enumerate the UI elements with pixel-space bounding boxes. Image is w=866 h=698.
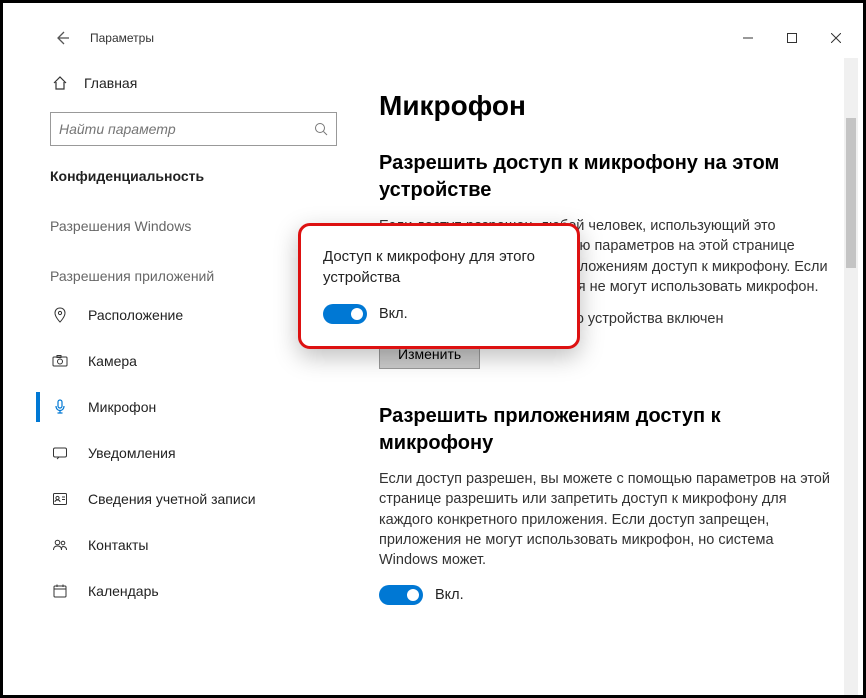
sidebar-item-label: Сведения учетной записи	[88, 491, 256, 507]
microphone-icon	[50, 399, 70, 415]
toggle-label: Вкл.	[435, 587, 464, 603]
home-label: Главная	[84, 75, 137, 91]
home-link[interactable]: Главная	[36, 66, 351, 100]
page-title: Микрофон	[379, 90, 836, 122]
settings-window: Параметры Главная	[36, 18, 858, 695]
sidebar: Главная Конфиденциальность Разрешения Wi…	[36, 58, 351, 695]
search-input[interactable]	[59, 121, 314, 137]
arrow-left-icon	[54, 30, 70, 46]
sidebar-section-title: Конфиденциальность	[36, 146, 351, 192]
close-button[interactable]	[814, 23, 858, 53]
sidebar-item-microphone[interactable]: Микрофон	[36, 384, 351, 430]
maximize-button[interactable]	[770, 23, 814, 53]
minimize-icon	[743, 33, 753, 43]
sidebar-item-notifications[interactable]: Уведомления	[36, 430, 351, 476]
home-icon	[50, 75, 70, 91]
scroll-thumb[interactable]	[846, 118, 856, 268]
account-info-icon	[50, 491, 70, 507]
location-icon	[50, 307, 70, 323]
content-area: Микрофон Разрешить доступ к микрофону на…	[351, 58, 858, 695]
device-access-toggle[interactable]	[323, 304, 367, 324]
search-box[interactable]	[50, 112, 337, 146]
scrollbar[interactable]	[844, 58, 858, 695]
sidebar-item-calendar[interactable]: Календарь	[36, 568, 351, 614]
sidebar-item-label: Контакты	[88, 537, 148, 553]
apps-access-toggle[interactable]	[379, 585, 423, 605]
section2-body: Если доступ разрешен, вы можете с помощь…	[379, 469, 836, 570]
sidebar-item-label: Камера	[88, 353, 137, 369]
minimize-button[interactable]	[726, 23, 770, 53]
sidebar-item-account-info[interactable]: Сведения учетной записи	[36, 476, 351, 522]
device-access-popover: Доступ к микрофону для этого устройства …	[298, 223, 580, 349]
sidebar-item-label: Расположение	[88, 307, 183, 323]
sidebar-item-contacts[interactable]: Контакты	[36, 522, 351, 568]
contacts-icon	[50, 537, 70, 553]
search-icon	[314, 122, 328, 136]
calendar-icon	[50, 583, 70, 599]
window-title: Параметры	[90, 31, 154, 45]
close-icon	[831, 33, 841, 43]
titlebar: Параметры	[36, 18, 858, 58]
sidebar-item-label: Уведомления	[88, 445, 176, 461]
section2-heading: Разрешить приложениям доступ к микрофону	[379, 403, 836, 457]
back-button[interactable]	[48, 24, 76, 52]
camera-icon	[50, 353, 70, 369]
popover-title: Доступ к микрофону для этого устройства	[323, 246, 555, 288]
maximize-icon	[787, 33, 797, 43]
sidebar-item-label: Календарь	[88, 583, 159, 599]
notifications-icon	[50, 445, 70, 461]
popover-toggle-label: Вкл.	[379, 306, 408, 322]
sidebar-item-label: Микрофон	[88, 399, 156, 415]
section1-heading: Разрешить доступ к микрофону на этом уст…	[379, 150, 836, 204]
